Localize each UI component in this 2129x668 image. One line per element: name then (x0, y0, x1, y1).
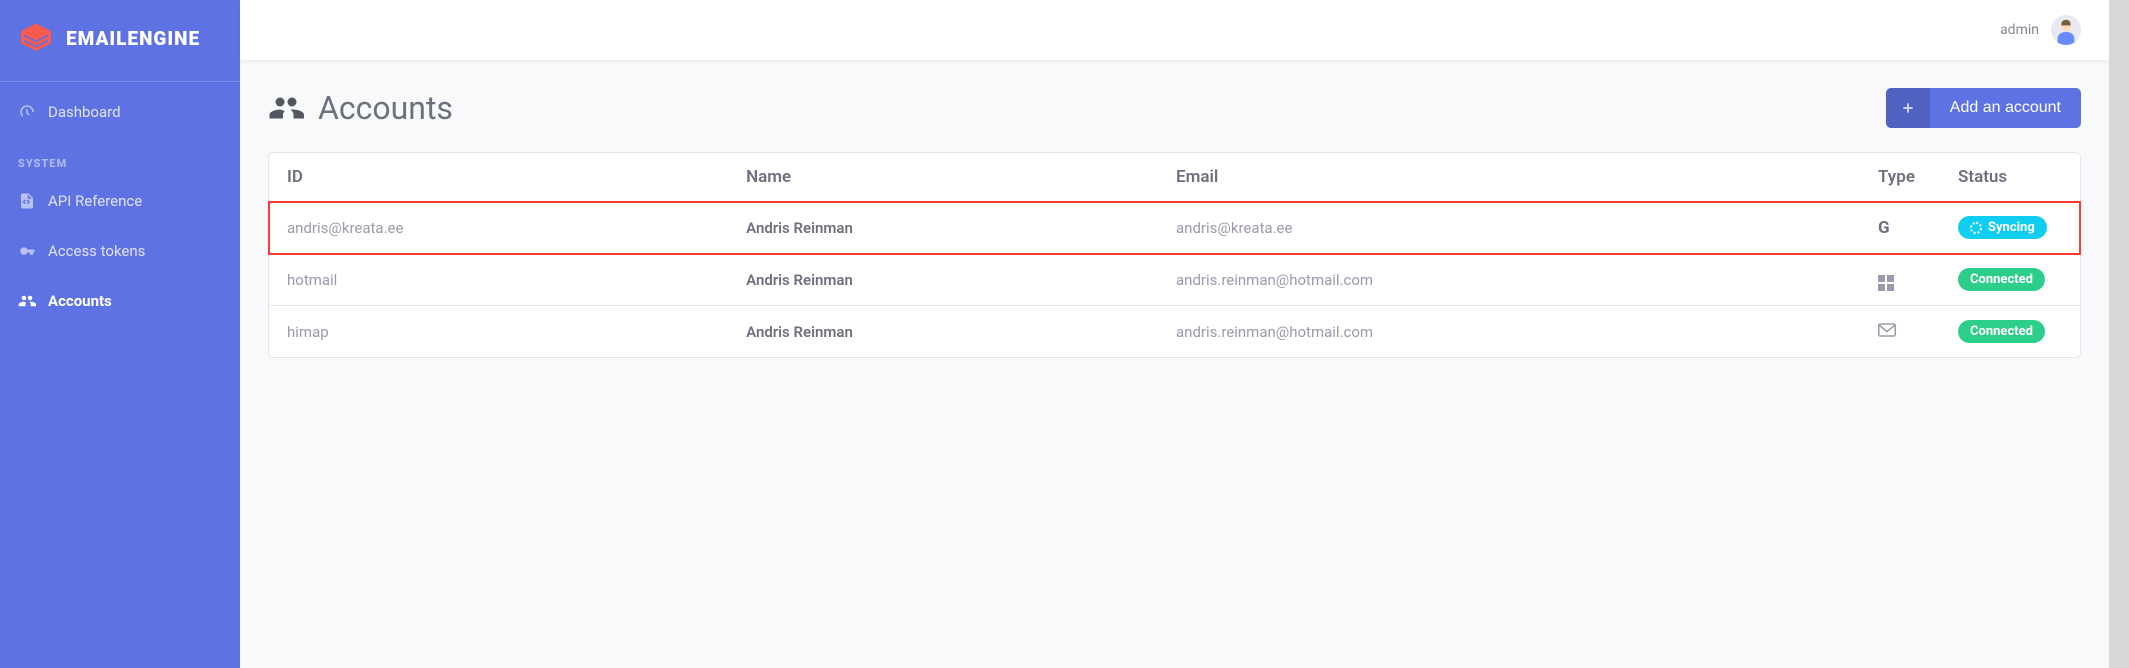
status-badge: Connected (1958, 320, 2045, 343)
scrollbar[interactable] (2109, 0, 2129, 668)
avatar (2051, 15, 2081, 45)
brand[interactable]: EMAILENGINE (0, 0, 240, 76)
cell-id: himap (269, 306, 728, 358)
brand-logo-icon (18, 20, 54, 56)
table-row[interactable]: andris@kreata.ee Andris Reinman andris@k… (269, 202, 2080, 254)
topbar-user-menu[interactable]: admin (2000, 15, 2081, 45)
sidebar-item-dashboard[interactable]: Dashboard (0, 87, 240, 137)
cell-type: G (1860, 202, 1940, 254)
sidebar-section-system: SYSTEM (0, 137, 240, 176)
cell-email: andris.reinman@hotmail.com (1158, 306, 1860, 358)
cell-name: Andris Reinman (728, 202, 1158, 254)
cell-email: andris.reinman@hotmail.com (1158, 254, 1860, 306)
topbar-username: admin (2000, 22, 2039, 38)
sidebar-item-label: Access tokens (48, 242, 145, 260)
cell-type (1860, 254, 1940, 306)
sidebar-item-label: Dashboard (48, 103, 121, 121)
sidebar-item-label: API Reference (48, 192, 142, 210)
accounts-table-card: ID Name Email Type Status andris@kreata.… (268, 152, 2081, 358)
sidebar-item-label: Accounts (48, 292, 112, 310)
brand-name: EMAILENGINE (66, 27, 200, 50)
page-title: Accounts (318, 89, 453, 127)
users-icon (268, 90, 304, 126)
table-row[interactable]: hotmail Andris Reinman andris.reinman@ho… (269, 254, 2080, 306)
spinner-icon (1970, 222, 1982, 234)
status-badge: Syncing (1958, 216, 2047, 239)
status-badge: Connected (1958, 268, 2045, 291)
key-icon (18, 242, 36, 260)
col-status: Status (1940, 153, 2080, 202)
sidebar-item-accounts[interactable]: Accounts (0, 276, 240, 326)
google-icon: G (1878, 218, 1890, 238)
cell-status: Connected (1940, 306, 2080, 358)
envelope-icon (1878, 323, 1896, 337)
cell-id: hotmail (269, 254, 728, 306)
content: Accounts Add an account ID Name Email (240, 60, 2109, 386)
plus-icon (1886, 88, 1930, 128)
col-id: ID (269, 153, 728, 202)
sidebar-item-api-reference[interactable]: API Reference (0, 176, 240, 226)
main: admin Accounts Add an account (240, 0, 2109, 668)
page-title-group: Accounts (268, 89, 453, 127)
col-type: Type (1860, 153, 1940, 202)
cell-name: Andris Reinman (728, 254, 1158, 306)
sidebar: EMAILENGINE Dashboard SYSTEM API Referen… (0, 0, 240, 668)
sidebar-item-access-tokens[interactable]: Access tokens (0, 226, 240, 276)
cell-email: andris@kreata.ee (1158, 202, 1860, 254)
add-account-button[interactable]: Add an account (1886, 88, 2081, 128)
cell-id: andris@kreata.ee (269, 202, 728, 254)
table-row[interactable]: himap Andris Reinman andris.reinman@hotm… (269, 306, 2080, 358)
accounts-table: ID Name Email Type Status andris@kreata.… (269, 153, 2080, 357)
microsoft-icon (1878, 275, 1894, 291)
col-name: Name (728, 153, 1158, 202)
cell-status: Syncing (1940, 202, 2080, 254)
topbar: admin (240, 0, 2109, 60)
sidebar-divider (0, 81, 240, 82)
add-account-label: Add an account (1930, 99, 2081, 117)
gauge-icon (18, 103, 36, 121)
users-icon (18, 292, 36, 310)
cell-type (1860, 306, 1940, 358)
cell-name: Andris Reinman (728, 306, 1158, 358)
col-email: Email (1158, 153, 1860, 202)
cell-status: Connected (1940, 254, 2080, 306)
file-code-icon (18, 192, 36, 210)
